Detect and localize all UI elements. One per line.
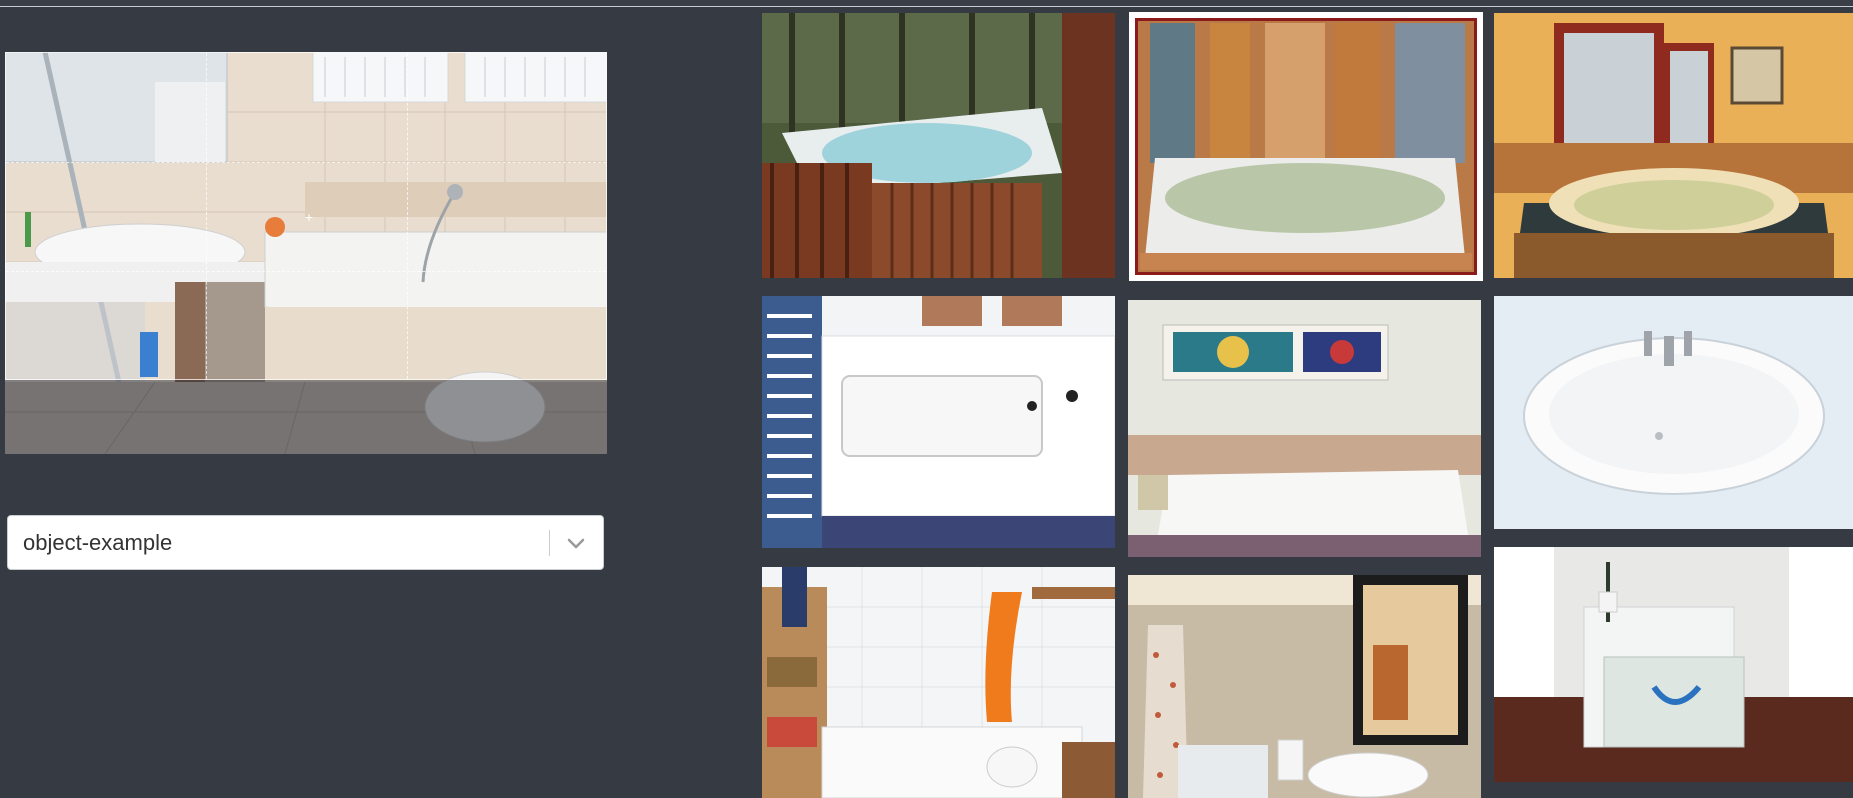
chevron-down-icon[interactable] (563, 530, 589, 556)
crop-outside-mask (5, 380, 607, 454)
thumbnail-corner-whirlpool[interactable] (1494, 13, 1853, 278)
thumbnail-image (1135, 18, 1477, 275)
thumbnail-freestanding-tub[interactable] (1494, 547, 1853, 782)
thumbnail-outdoor-hot-tub[interactable] (762, 13, 1115, 278)
thumbnail-image (1494, 296, 1853, 529)
thumbnail-image (1494, 547, 1853, 782)
thumbnail-image (1494, 13, 1853, 278)
thumbnail-image (762, 296, 1115, 548)
label-select[interactable]: object-example (7, 515, 604, 570)
top-divider (0, 0, 1853, 7)
thumbnail-jetted-tub-stained-glass[interactable] (1128, 300, 1481, 557)
crop-grid-line (6, 271, 606, 272)
image-editor[interactable]: + (5, 52, 607, 454)
thumbnail-bathtub-orange-curtain[interactable] (762, 567, 1115, 798)
crop-region[interactable]: + (5, 52, 607, 380)
thumbnail-tub-with-mirror[interactable] (1128, 575, 1481, 798)
thumbnail-walk-in-tub[interactable] (762, 296, 1115, 548)
thumbnail-image (1128, 300, 1481, 557)
crop-grid-line (206, 53, 207, 379)
thumbnail-image (762, 567, 1115, 798)
thumbnail-oval-drop-in-tub[interactable] (1494, 296, 1853, 529)
crop-move-handle-icon[interactable]: + (303, 210, 315, 224)
select-separator (549, 530, 550, 556)
crop-grid-line (6, 162, 606, 163)
thumbnail-indoor-jacuzzi[interactable] (1129, 12, 1483, 281)
crop-grid-line (407, 53, 408, 379)
select-value: object-example (23, 530, 173, 555)
thumbnail-image (762, 13, 1115, 278)
thumbnail-image (1128, 575, 1481, 798)
